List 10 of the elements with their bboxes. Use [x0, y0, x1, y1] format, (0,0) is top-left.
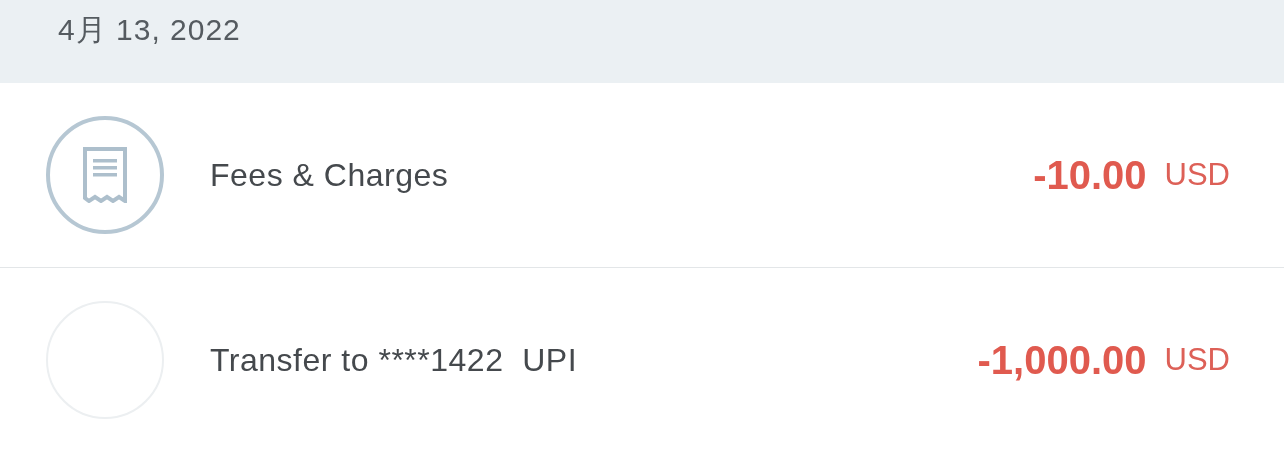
transaction-row[interactable]: Transfer to ****1422 UPI -1,000.00 USD — [0, 268, 1284, 452]
transaction-title: Transfer to ****1422 UPI — [210, 341, 579, 379]
transaction-row[interactable]: Fees & Charges -10.00 USD — [0, 83, 1284, 268]
date-header: 4月 13, 2022 — [58, 12, 241, 48]
transaction-amount: -10.00 — [1033, 152, 1147, 198]
transaction-title: Fees & Charges — [210, 156, 450, 194]
transaction-amount: -1,000.00 — [977, 337, 1147, 383]
currency-label: USD — [1164, 157, 1230, 193]
currency-label: USD — [1164, 342, 1230, 378]
receipt-icon — [83, 147, 127, 203]
